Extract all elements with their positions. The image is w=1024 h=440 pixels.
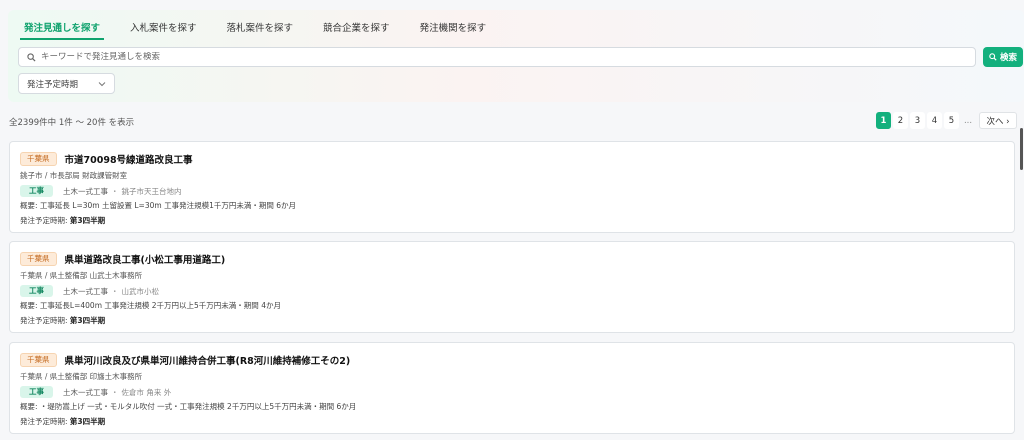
period-select[interactable]: 発注予定時期	[18, 73, 115, 94]
page-4[interactable]: 4	[927, 112, 942, 129]
result-card[interactable]: 千葉県 市道70098号線道路改良工事 銚子市 / 市長部局 財政課管財室 工事…	[9, 141, 1015, 233]
page-2[interactable]: 2	[893, 112, 908, 129]
period-value: 第3四半期	[69, 316, 106, 325]
card-category-row: 工事 土木一式工事 ・ 山武市小松	[20, 285, 159, 297]
card-period: 発注予定時期: 第3四半期	[20, 416, 105, 427]
prefecture-badge: 千葉県	[20, 152, 57, 166]
result-count: 全2399件中 1件 〜 20件 を表示	[9, 118, 135, 128]
search-icon	[989, 53, 997, 61]
page-1[interactable]: 1	[876, 112, 891, 129]
search-panel: 発注見通しを探す 入札案件を探す 落札案件を探す 競合企業を探す 発注機関を探す…	[8, 10, 1024, 102]
card-location: 佐倉市 角来 外	[121, 387, 172, 397]
card-header: 千葉県 県単道路改良工事(小松工事用道路工)	[20, 252, 225, 266]
period-label: 発注予定時期:	[20, 216, 68, 225]
card-category-row: 工事 土木一式工事 ・ 佐倉市 角来 外	[20, 386, 171, 398]
card-location: 山武市小松	[121, 286, 160, 296]
card-category: 土木一式工事	[63, 186, 108, 196]
tab-competitors[interactable]: 競合企業を探す	[319, 22, 394, 40]
card-header: 千葉県 県単河川改良及び県単河川維持合併工事(R8河川維持補修工その2)	[20, 353, 350, 367]
search-row: 検索	[18, 47, 1023, 67]
page-5[interactable]: 5	[944, 112, 959, 129]
search-icon	[27, 52, 36, 62]
card-period: 発注予定時期: 第3四半期	[20, 215, 105, 226]
pagination: 1 2 3 4 5 ... 次へ ›	[876, 112, 1019, 129]
card-header: 千葉県 市道70098号線道路改良工事	[20, 152, 193, 166]
page-3[interactable]: 3	[910, 112, 925, 129]
card-category: 土木一式工事	[63, 286, 108, 296]
search-tabs: 発注見通しを探す 入札案件を探す 落札案件を探す 競合企業を探す 発注機関を探す	[20, 22, 512, 40]
tab-awards[interactable]: 落札案件を探す	[223, 22, 298, 40]
next-page-button[interactable]: 次へ ›	[979, 112, 1017, 129]
card-category: 土木一式工事	[63, 387, 108, 397]
card-period: 発注予定時期: 第3四半期	[20, 315, 105, 326]
kind-badge: 工事	[20, 386, 53, 398]
card-summary: 概要: 工事延長L=400m 工事発注規模 2千万円以上5千万円未満・期間 4か…	[20, 301, 281, 310]
category-separator: ・	[111, 186, 119, 196]
tab-outlook[interactable]: 発注見通しを探す	[20, 22, 105, 40]
card-title[interactable]: 市道70098号線道路改良工事	[65, 152, 193, 166]
period-label: 発注予定時期:	[20, 417, 68, 426]
tab-bids[interactable]: 入札案件を探す	[126, 22, 201, 40]
period-value: 第3四半期	[69, 417, 106, 426]
tab-agencies[interactable]: 発注機関を探す	[416, 22, 491, 40]
period-value: 第3四半期	[69, 216, 106, 225]
kind-badge: 工事	[20, 185, 53, 197]
search-button-label: 検索	[999, 53, 1017, 63]
result-card[interactable]: 千葉県 県単河川改良及び県単河川維持合併工事(R8河川維持補修工その2) 千葉県…	[9, 342, 1015, 434]
period-label: 発注予定時期:	[20, 316, 68, 325]
card-title[interactable]: 県単河川改良及び県単河川維持合併工事(R8河川維持補修工その2)	[65, 353, 351, 367]
chevron-down-icon	[98, 81, 106, 86]
card-location: 銚子市天王台地内	[121, 186, 182, 196]
prefecture-badge: 千葉県	[20, 353, 57, 367]
card-org: 銚子市 / 市長部局 財政課管財室	[20, 171, 128, 180]
kind-badge: 工事	[20, 285, 53, 297]
card-title[interactable]: 県単道路改良工事(小松工事用道路工)	[65, 252, 226, 266]
search-input[interactable]	[41, 52, 941, 62]
card-category-row: 工事 土木一式工事 ・ 銚子市天王台地内	[20, 185, 182, 197]
prefecture-badge: 千葉県	[20, 252, 57, 266]
result-card[interactable]: 千葉県 県単道路改良工事(小松工事用道路工) 千葉県 / 県土整備部 山武土木事…	[9, 241, 1015, 333]
card-summary: 概要: ・堤防嵩上げ 一式・モルタル吹付 一式・工事発注規模 2千万円以上5千万…	[20, 402, 357, 411]
page-ellipsis: ...	[963, 115, 973, 126]
search-box[interactable]	[18, 47, 976, 67]
card-org: 千葉県 / 県土整備部 印旛土木事務所	[20, 372, 143, 381]
card-summary: 概要: 工事延長 L=30m 土留設置 L=30m 工事発注規模1千万円未満・期…	[20, 201, 296, 210]
card-org: 千葉県 / 県土整備部 山武土木事務所	[20, 271, 143, 280]
period-select-label: 発注予定時期	[27, 79, 79, 90]
category-separator: ・	[111, 387, 119, 397]
scrollbar-thumb[interactable]	[1020, 128, 1023, 170]
category-separator: ・	[111, 286, 119, 296]
search-button[interactable]: 検索	[983, 47, 1023, 67]
